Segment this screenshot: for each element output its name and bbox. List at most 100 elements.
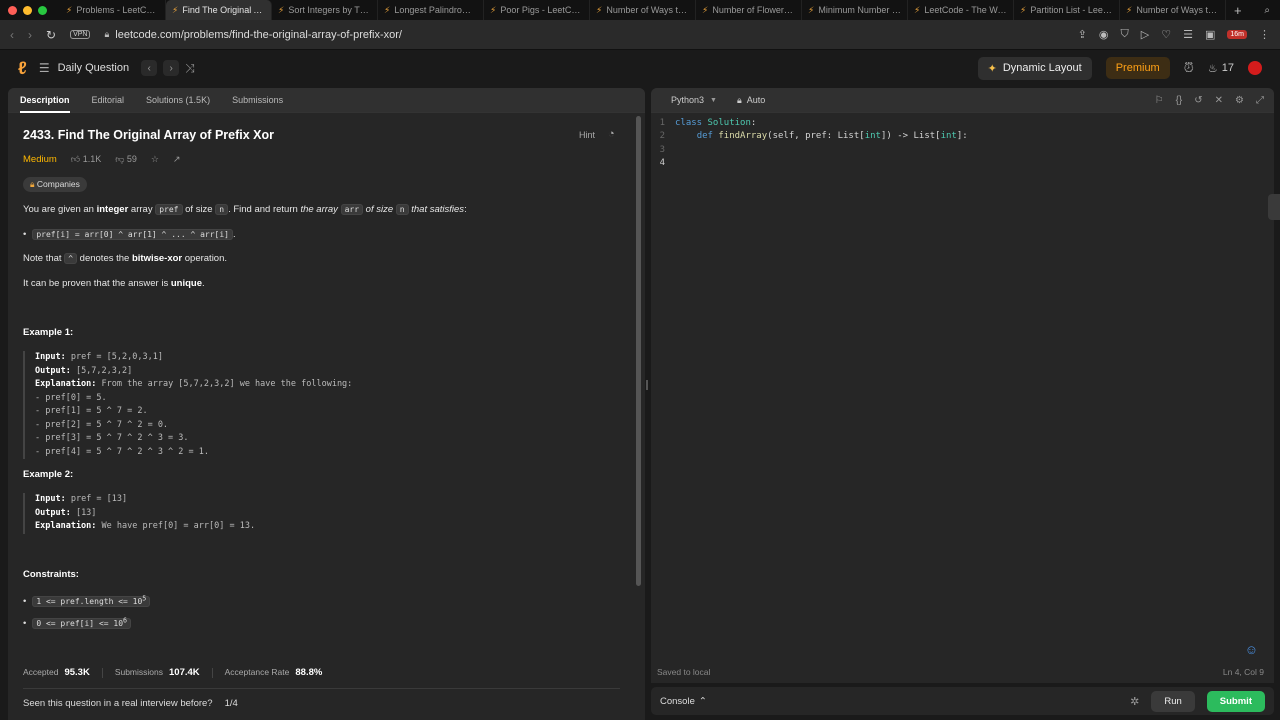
- maximize-window-button[interactable]: [38, 5, 47, 15]
- dynamic-layout-button[interactable]: ✦ Dynamic Layout: [977, 56, 1092, 80]
- debug-icon[interactable]: ✲: [1130, 695, 1139, 708]
- star-icon[interactable]: ☆: [151, 154, 159, 165]
- browser-tab[interactable]: ⚡ Number of Ways to St: [590, 0, 696, 20]
- camera-icon[interactable]: ◉: [1099, 28, 1109, 41]
- output-label: Output:: [35, 507, 71, 518]
- code-editor[interactable]: 1 class Solution: 2 def findArray(self, p…: [651, 117, 968, 171]
- example-1-heading: Example 1:: [23, 327, 74, 338]
- text: .: [202, 278, 205, 289]
- tab-description[interactable]: Description: [20, 95, 70, 113]
- reset-icon[interactable]: ↺: [1194, 95, 1202, 106]
- favicon-icon: ⚡: [808, 4, 815, 15]
- url-field[interactable]: 🔒︎ leetcode.com/problems/find-the-origin…: [104, 29, 402, 41]
- tab-label: Partition List - LeetCo: [1030, 5, 1113, 15]
- side-drawer-tab[interactable]: [1268, 194, 1280, 220]
- divider: [23, 688, 620, 689]
- play-icon[interactable]: ▷: [1141, 28, 1149, 41]
- dislike-button[interactable]: 👎︎ 59: [115, 154, 137, 165]
- list-icon: ☰: [38, 61, 50, 75]
- text: .: [232, 229, 236, 240]
- browser-tab-strip: ⚡ Problems - LeetCode ⚡ Find The Original A…: [0, 0, 1280, 20]
- shield-icon[interactable]: ⛉: [1121, 28, 1129, 41]
- favicon-icon: ⚡: [490, 4, 497, 15]
- browser-tab[interactable]: ⚡ Longest Palindromic S: [378, 0, 484, 20]
- problem-title[interactable]: 2433. Find The Original Array of Prefix …: [23, 128, 274, 142]
- inline-code: pref: [155, 204, 183, 215]
- tab-editorial[interactable]: Editorial: [92, 95, 125, 105]
- share-link-icon[interactable]: ↗: [173, 154, 181, 165]
- tab-solutions[interactable]: Solutions (1.5K): [146, 95, 210, 105]
- shuffle-icon[interactable]: ⤨: [185, 61, 195, 76]
- run-button[interactable]: Run: [1151, 690, 1195, 712]
- like-button[interactable]: 👍︎ 1.1K: [71, 154, 101, 165]
- alarm-icon[interactable]: ⏰︎: [1184, 60, 1194, 76]
- browser-tab[interactable]: ⚡Find The Original Array: [166, 0, 272, 20]
- forward-icon[interactable]: ›: [28, 28, 32, 42]
- extension-icon[interactable]: ▣: [1205, 28, 1215, 41]
- prev-problem-icon[interactable]: ‹: [141, 60, 158, 76]
- console-bar: Console ⌃ ✲ Run Submit: [651, 687, 1274, 715]
- share-icon[interactable]: ⇪: [1078, 28, 1087, 41]
- gear-icon[interactable]: ⚙: [1235, 95, 1244, 106]
- daily-question-link[interactable]: ☰ Daily Question: [39, 61, 129, 75]
- hint-button[interactable]: Hint: [579, 130, 595, 140]
- browser-tab[interactable]: ⚡ Problems - LeetCode: [60, 0, 166, 20]
- leetcode-logo-icon[interactable]: ℓ: [18, 58, 27, 79]
- left-tabs: Description Editorial Solutions (1.5K) S…: [8, 88, 645, 113]
- browser-tab[interactable]: ⚡ Sort Integers by The N: [272, 0, 378, 20]
- browser-tab[interactable]: ⚡ Poor Pigs - LeetCode: [484, 0, 590, 20]
- avatar[interactable]: [1248, 61, 1262, 75]
- line-number: 4: [659, 158, 665, 169]
- menu-list-icon[interactable]: ☰: [1183, 28, 1193, 41]
- input-value: pref = [13]: [65, 494, 128, 504]
- url-text: leetcode.com/problems/find-the-original-…: [115, 28, 402, 41]
- browser-tab[interactable]: ⚡ Number of Flowers in: [696, 0, 802, 20]
- premium-button[interactable]: Premium: [1105, 57, 1170, 79]
- info-icon[interactable]: ◔: [608, 128, 615, 140]
- expand-icon[interactable]: ⤢: [1256, 95, 1264, 106]
- submit-button[interactable]: Submit: [1206, 690, 1265, 712]
- favicon-icon: ⚡: [66, 4, 73, 15]
- back-icon[interactable]: ‹: [10, 28, 14, 42]
- inline-code: pref[i] = arr[0] ^ arr[1] ^ ... ^ arr[i]: [32, 229, 233, 240]
- interview-survey[interactable]: Seen this question in a real interview b…: [23, 698, 238, 709]
- input-label: Input:: [35, 494, 66, 504]
- browser-tab[interactable]: ⚡ LeetCode - The World: [908, 0, 1014, 20]
- tab-search-icon[interactable]: ⌕: [1264, 5, 1280, 16]
- browser-tab[interactable]: ⚡ Partition List - LeetCo: [1014, 0, 1120, 20]
- heart-icon[interactable]: ♡: [1161, 28, 1171, 41]
- settings-tools-icon[interactable]: ✕: [1215, 95, 1223, 106]
- companies-button[interactable]: 🔒︎ Companies: [23, 177, 87, 192]
- stat-value: 88.8%: [295, 667, 323, 678]
- text: array: [128, 204, 156, 215]
- favicon-icon: ⚡: [702, 4, 709, 15]
- explanation-label: Explanation:: [35, 379, 97, 389]
- minimize-window-button[interactable]: [23, 5, 32, 15]
- save-status: Saved to local: [657, 667, 711, 677]
- description-scrollbar[interactable]: [636, 116, 641, 586]
- auto-mode-toggle[interactable]: 🔒︎ Auto: [737, 95, 765, 106]
- tab-submissions[interactable]: Submissions: [232, 95, 283, 105]
- language-select[interactable]: Python3 ▼: [671, 95, 717, 105]
- streak-counter[interactable]: ♨ 17: [1208, 62, 1234, 75]
- bookmark-icon[interactable]: ⚐: [1155, 95, 1164, 106]
- new-tab-button[interactable]: +: [1226, 3, 1250, 18]
- extension-badge[interactable]: 16m: [1227, 30, 1247, 39]
- panel-resize-handle[interactable]: [646, 380, 648, 390]
- close-window-button[interactable]: [8, 5, 17, 15]
- browser-tab[interactable]: ⚡ Minimum Number of O: [802, 0, 908, 20]
- browser-tab[interactable]: ⚡ Number of Ways to Re: [1120, 0, 1226, 20]
- tab-label: Number of Ways to St: [606, 5, 689, 15]
- output-label: Output:: [35, 365, 71, 376]
- reload-icon[interactable]: ↻: [46, 28, 56, 42]
- console-toggle-button[interactable]: Console ⌃: [660, 696, 707, 707]
- code-line: 1 class Solution:: [651, 117, 968, 130]
- next-problem-icon[interactable]: ›: [163, 60, 180, 76]
- survey-question: Seen this question in a real interview b…: [23, 698, 213, 709]
- braces-icon[interactable]: {}: [1176, 95, 1183, 106]
- constraint-text: 1 <= pref.length <= 10: [36, 596, 143, 606]
- vpn-badge[interactable]: VPN: [70, 30, 91, 39]
- feedback-icon[interactable]: ☺: [1245, 642, 1258, 657]
- browser-menu-icon[interactable]: ⋮: [1259, 28, 1270, 41]
- example-2-block: Input: pref = [13] Output: [13] Explanat…: [23, 493, 255, 534]
